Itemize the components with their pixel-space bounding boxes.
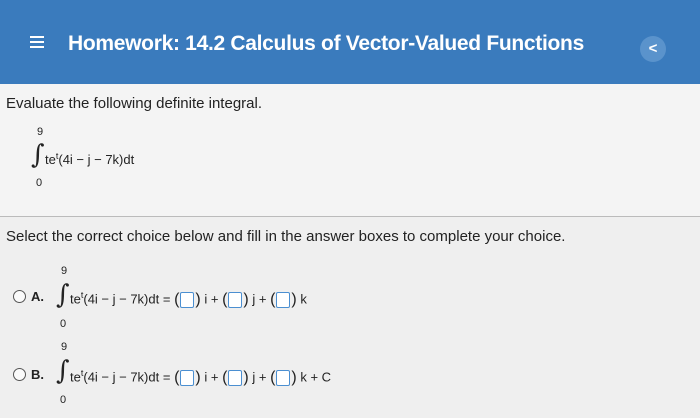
option-b-radio[interactable] — [13, 368, 26, 381]
option-a-lower-limit: 0 — [60, 318, 67, 330]
option-a-j-answer-box[interactable] — [228, 292, 243, 308]
header-bar: Homework: 14.2 Calculus of Vector-Valued… — [0, 0, 700, 84]
question-prompt: Evaluate the following definite integral… — [6, 95, 262, 112]
option-b-upper-limit: 9 — [61, 341, 68, 353]
option-a-upper-limit: 9 — [61, 265, 68, 277]
instructions: Select the correct choice below and fill… — [6, 228, 566, 245]
lower-limit: 0 — [36, 177, 43, 189]
hamburger-menu-icon[interactable] — [30, 36, 44, 48]
option-a-label[interactable]: A. — [31, 289, 44, 304]
upper-limit: 9 — [37, 126, 44, 138]
chevron-left-icon[interactable]: < — [640, 36, 666, 62]
option-b-i-answer-box[interactable] — [180, 370, 195, 386]
option-b-j-answer-box[interactable] — [228, 370, 243, 386]
option-a-expression: tet(4i − j − 7k)dt = () i + () j + () k — [70, 290, 307, 308]
option-b-k-answer-box[interactable] — [276, 370, 291, 386]
integrand: tet(4i − j − 7k)dt — [45, 151, 135, 167]
page-title: Homework: 14.2 Calculus of Vector-Valued… — [68, 32, 584, 55]
option-b-lower-limit: 0 — [60, 394, 67, 406]
choices-panel — [0, 217, 700, 418]
option-a-k-answer-box[interactable] — [276, 292, 291, 308]
option-a-i-answer-box[interactable] — [180, 292, 195, 308]
option-b-expression: tet(4i − j − 7k)dt = () i + () j + () k … — [70, 368, 332, 386]
option-a-radio[interactable] — [13, 290, 26, 303]
integral-sign-icon: ∫ — [31, 140, 45, 170]
integral-sign-icon: ∫ — [56, 356, 70, 386]
option-b-label[interactable]: B. — [31, 367, 44, 382]
integral-sign-icon: ∫ — [56, 280, 70, 310]
